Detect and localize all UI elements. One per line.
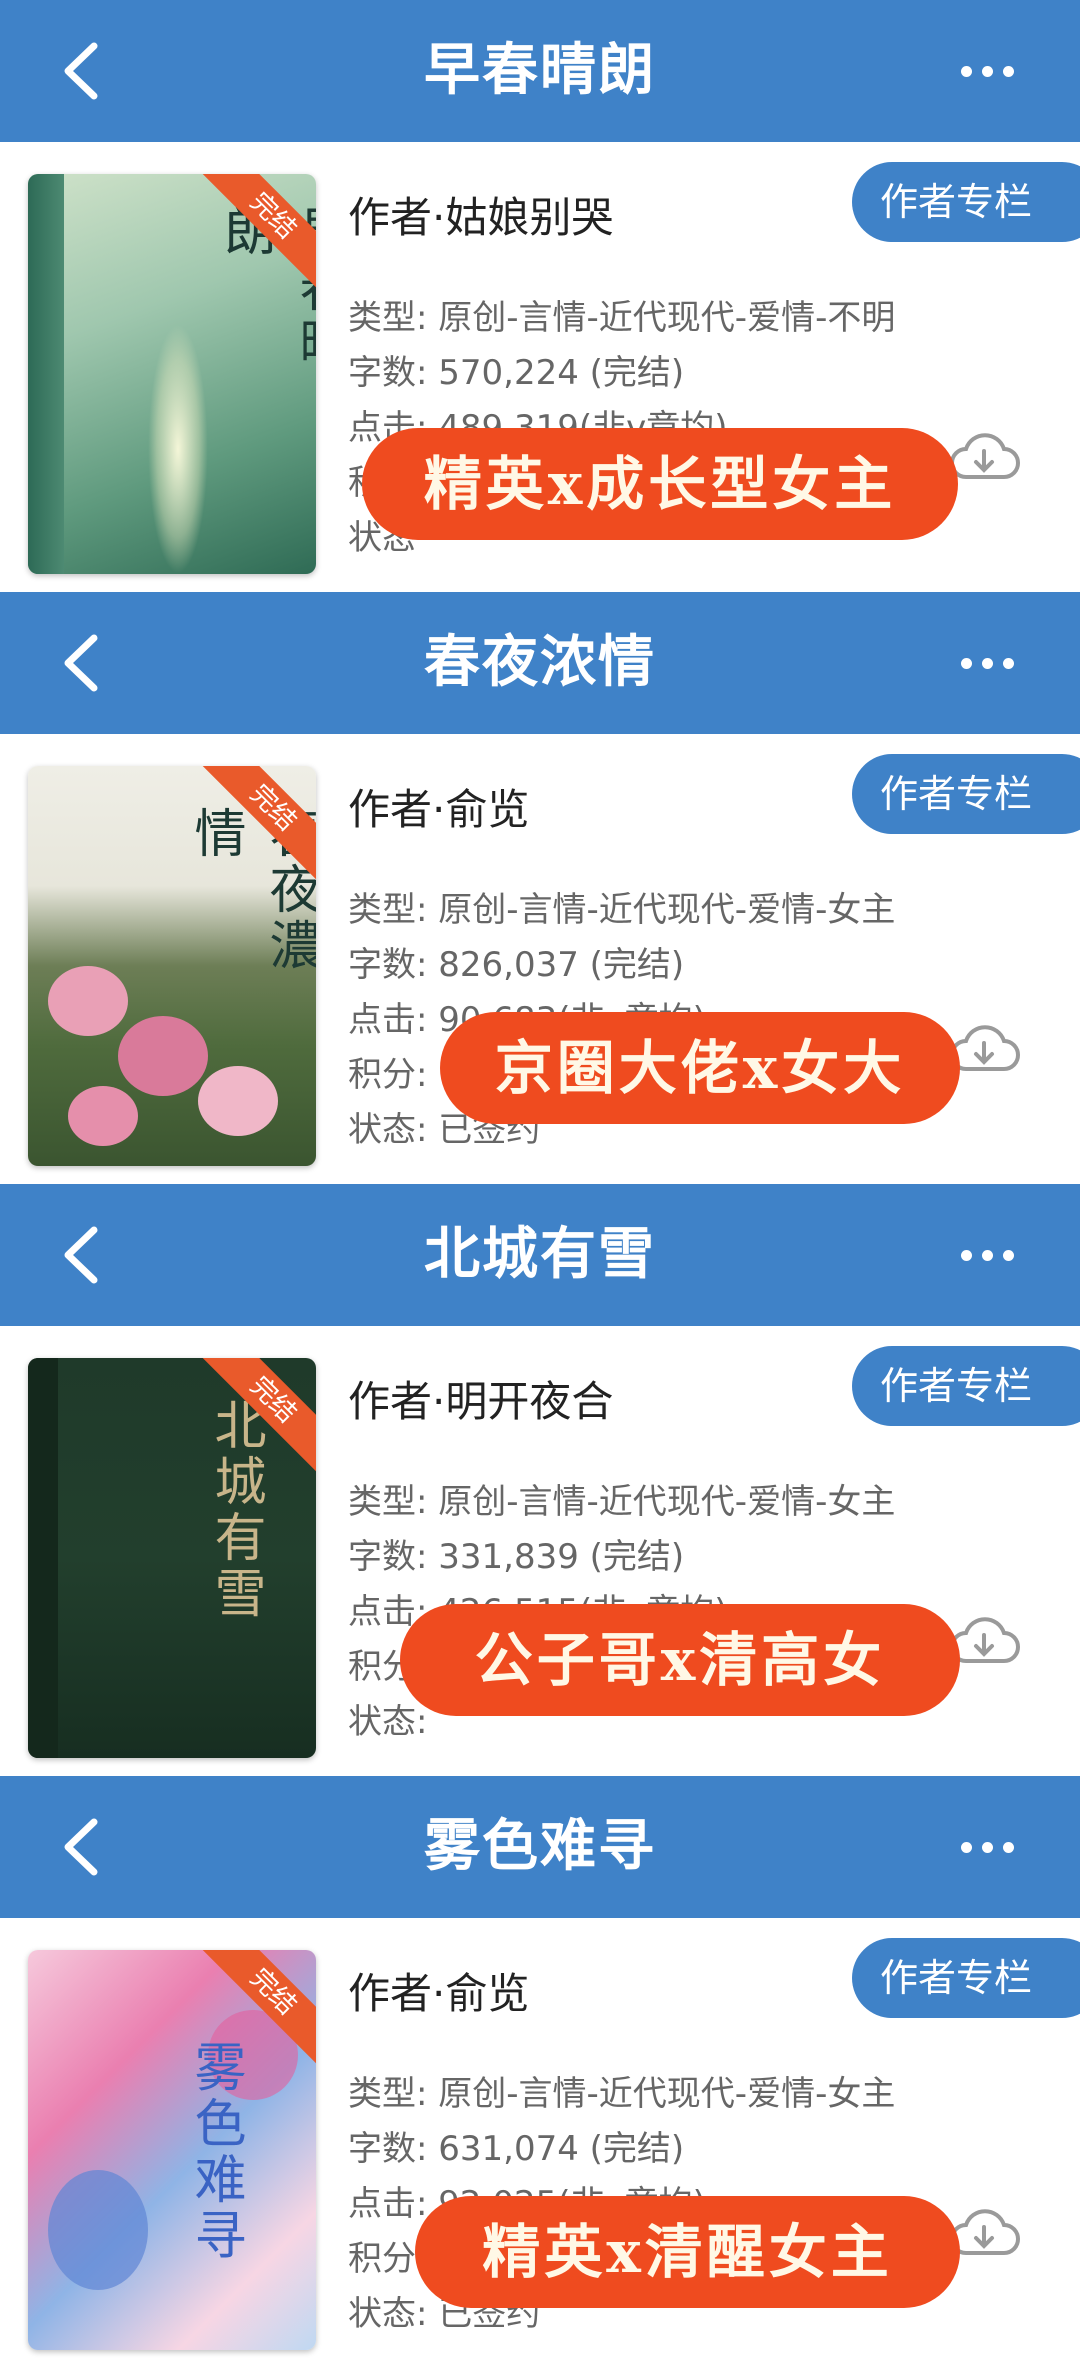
book-card[interactable]: 北城有雪 完结 作者·明开夜合 作者专栏 类型: 原创-言情-近代现代-爱情-女… <box>0 1326 1080 1776</box>
book-card[interactable]: 春夜濃情 完结 作者·俞览 作者专栏 类型: 原创-言情-近代现代-爱情-女主 … <box>0 734 1080 1184</box>
meta-words: 字数: 331,839 (完结) <box>348 1537 685 1577</box>
meta-type: 类型: 原创-言情-近代现代-爱情-女主 <box>348 2074 896 2114</box>
tag-sticker: 精英x清醒女主 <box>415 2196 960 2308</box>
meta-score: 积分 <box>348 2239 416 2279</box>
header-bar: 春夜浓情 <box>0 592 1080 734</box>
meta-type: 类型: 原创-言情-近代现代-爱情-不明 <box>348 298 896 338</box>
meta-words: 字数: 826,037 (完结) <box>348 945 685 985</box>
cloud-download-icon[interactable] <box>948 427 1020 487</box>
meta-type: 类型: 原创-言情-近代现代-爱情-女主 <box>348 1482 896 1522</box>
header-bar: 北城有雪 <box>0 1184 1080 1326</box>
book-cover[interactable]: 早春晴朗 完结 <box>28 174 316 574</box>
author-column-button[interactable]: 作者专栏 <box>852 1938 1080 2018</box>
author-column-button[interactable]: 作者专栏 <box>852 162 1080 242</box>
cover-title: 北城有雪 <box>205 1398 265 1622</box>
meta-score: 积分: <box>348 1055 428 1095</box>
page-title: 早春晴朗 <box>424 38 656 103</box>
book-cover[interactable]: 北城有雪 完结 <box>28 1358 316 1758</box>
cover-title: 雾色难寻 <box>185 2040 245 2264</box>
meta-status: 状态: <box>348 1702 428 1742</box>
tag-sticker: 公子哥x清高女 <box>400 1604 960 1716</box>
author-column-button[interactable]: 作者专栏 <box>852 1346 1080 1426</box>
more-dots-icon[interactable] <box>932 1230 1042 1280</box>
author-column-button[interactable]: 作者专栏 <box>852 754 1080 834</box>
tag-sticker: 精英x成长型女主 <box>362 428 958 540</box>
book-cover[interactable]: 雾色难寻 完结 <box>28 1950 316 2350</box>
author-link[interactable]: 作者·俞览 <box>348 776 529 837</box>
meta-words: 字数: 570,224 (完结) <box>348 353 685 393</box>
header-bar: 早春晴朗 <box>0 0 1080 142</box>
header-bar: 雾色难寻 <box>0 1776 1080 1918</box>
book-card[interactable]: 早春晴朗 完结 作者·姑娘别哭 作者专栏 类型: 原创-言情-近代现代-爱情-不… <box>0 142 1080 592</box>
author-link[interactable]: 作者·明开夜合 <box>348 1368 613 1429</box>
page-title: 北城有雪 <box>424 1222 656 1287</box>
tag-sticker: 京圈大佬x女大 <box>440 1012 960 1124</box>
book-cover[interactable]: 春夜濃情 完结 <box>28 766 316 1166</box>
author-link[interactable]: 作者·俞览 <box>348 1960 529 2021</box>
more-dots-icon[interactable] <box>932 46 1042 96</box>
meta-type: 类型: 原创-言情-近代现代-爱情-女主 <box>348 890 896 930</box>
more-dots-icon[interactable] <box>932 1822 1042 1872</box>
book-card[interactable]: 雾色难寻 完结 作者·俞览 作者专栏 类型: 原创-言情-近代现代-爱情-女主 … <box>0 1918 1080 2368</box>
page-title: 雾色难寻 <box>424 1814 656 1879</box>
page-title: 春夜浓情 <box>424 630 656 695</box>
meta-words: 字数: 631,074 (完结) <box>348 2129 685 2169</box>
author-link[interactable]: 作者·姑娘别哭 <box>348 184 613 245</box>
more-dots-icon[interactable] <box>932 638 1042 688</box>
